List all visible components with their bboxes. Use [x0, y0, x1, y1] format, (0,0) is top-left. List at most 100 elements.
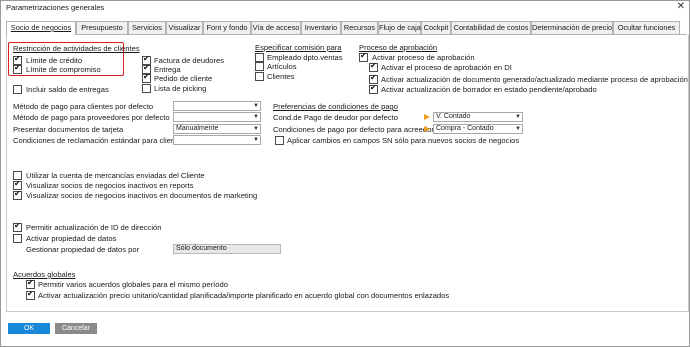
vendor-payment-method-label: Método de pago para proveedores por defe… — [13, 113, 170, 122]
chevron-down-icon: ▼ — [515, 114, 521, 120]
picking-list-checkbox[interactable] — [142, 84, 151, 93]
tab-label: Contabilidad de costos — [453, 23, 529, 32]
link-arrow-icon[interactable] — [424, 114, 430, 120]
settings-window: Parametrizaciones generales ✕ Socio de n… — [0, 0, 690, 347]
chevron-down-icon: ▼ — [253, 103, 259, 109]
tab-recursos[interactable]: Recursos — [341, 21, 378, 34]
cancel-button[interactable]: Cancelar — [55, 323, 97, 334]
items-commission-checkbox[interactable] — [255, 62, 264, 71]
tab-label: Font y fondo — [206, 23, 248, 32]
tab-label: Flujo de caja — [379, 23, 421, 32]
tab-servicios[interactable]: Servicios — [128, 21, 166, 34]
tab-label: Presupuesto — [81, 23, 123, 32]
tab-label: Ocultar funciones — [617, 23, 676, 32]
sales-order-label: Pedido de cliente — [154, 74, 213, 83]
tab-label: Servicios — [132, 23, 162, 32]
invoice-label: Factura de deudores — [154, 56, 225, 65]
tab-label: Determinación de precio — [532, 23, 613, 32]
chevron-down-icon: ▼ — [253, 126, 259, 132]
chevron-down-icon: ▼ — [515, 126, 521, 132]
creditor-terms-dropdown[interactable]: Compra - Contado ▼ — [433, 124, 523, 134]
approval-di-checkbox[interactable] — [369, 61, 378, 72]
debtor-terms-label: Cond.de Pago de deudor por defecto — [273, 113, 398, 122]
shipping-account-label: Utilizar la cuenta de mercancías enviada… — [26, 171, 205, 180]
manage-ownership-label: Gestionar propiedad de datos por — [26, 245, 140, 254]
vendor-payment-method-dropdown[interactable]: ▼ — [173, 112, 261, 122]
card-documents-label: Presentar documentos de tarjeta — [13, 125, 124, 134]
customer-payment-method-dropdown[interactable]: ▼ — [173, 101, 261, 111]
approval-update-draft-label: Activar actualización de borrador en est… — [381, 85, 597, 94]
tab-determinacion-de-precio[interactable]: Determinación de precio — [531, 21, 613, 34]
manage-ownership-field: Sólo documento — [173, 244, 281, 254]
customer-payment-method-label: Método de pago para clientes por defecto — [13, 102, 154, 111]
customers-commission-checkbox[interactable] — [255, 72, 264, 81]
apply-new-bp-checkbox[interactable] — [275, 136, 284, 145]
agreement-update-label: Activar actualización precio unitario/ca… — [38, 291, 450, 300]
tab-presupuesto[interactable]: Presupuesto — [76, 21, 128, 34]
delivery-label: Entrega — [154, 65, 181, 74]
tab-contabilidad-de-costos[interactable]: Contabilidad de costos — [451, 21, 531, 34]
inactive-marketing-label: Visualizar socios de negocios inactivos … — [26, 191, 258, 200]
sales-order-checkbox[interactable] — [142, 72, 151, 83]
approval-update-generated-label: Activar actualización de documento gener… — [381, 75, 688, 84]
tab-ocultar-funciones[interactable]: Ocultar funciones — [613, 21, 680, 34]
employee-commission-checkbox[interactable] — [255, 53, 264, 62]
inactive-marketing-checkbox[interactable] — [13, 189, 22, 200]
tab-label: Socio de negocios — [10, 23, 72, 32]
tab-label: Cockpit — [423, 23, 449, 32]
customers-commission-label: Clientes — [267, 72, 295, 81]
approval-heading: Proceso de aprobación — [359, 43, 438, 52]
dunning-terms-label: Condiciones de reclamación estándar para… — [13, 136, 182, 145]
inactive-reports-label: Visualizar socios de negocios inactivos … — [26, 181, 194, 190]
address-id-checkbox[interactable] — [13, 221, 22, 232]
ok-button[interactable]: OK — [8, 323, 50, 334]
tab-inventario[interactable]: Inventario — [301, 21, 341, 34]
tab-label: Vía de acceso — [252, 23, 300, 32]
multiple-agreements-label: Permitir varios acuerdos globales para e… — [38, 280, 228, 289]
terms-heading: Preferencias de condiciones de pago — [273, 102, 398, 111]
data-ownership-label: Activar propiedad de datos — [26, 234, 117, 243]
items-commission-label: Artículos — [267, 62, 297, 71]
approval-label: Activar proceso de aprobación — [372, 53, 475, 62]
debtor-terms-dropdown[interactable]: V. Contado ▼ — [433, 112, 523, 122]
approval-di-label: Activar el proceso de aprobación en DI — [381, 63, 512, 72]
approval-checkbox[interactable] — [359, 51, 368, 62]
title-bar: Parametrizaciones generales ✕ — [1, 1, 689, 14]
card-documents-dropdown[interactable]: Manualmente ▼ — [173, 124, 261, 134]
tab-label: Visualizar — [168, 23, 201, 32]
link-arrow-icon[interactable] — [424, 126, 430, 132]
creditor-terms-label: Condiciones de pago por defecto para acr… — [273, 125, 434, 134]
tab-visualizar[interactable]: Visualizar — [166, 21, 203, 34]
commission-heading: Especificar comisión para — [255, 43, 342, 52]
include-deliveries-label: Incluir saldo de entregas — [26, 85, 109, 94]
manage-ownership-value: Sólo documento — [176, 245, 227, 252]
card-documents-value: Manualmente — [176, 125, 219, 132]
multiple-agreements-checkbox[interactable] — [26, 278, 35, 289]
credit-limit-label: Límite de crédito — [26, 56, 83, 65]
creditor-terms-value: Compra - Contado — [436, 125, 494, 132]
tab-socio-de-negocios[interactable]: Socio de negocios — [6, 21, 76, 35]
address-id-label: Permitir actualización de ID de direcció… — [26, 223, 162, 232]
restriction-heading: Restricción de actividades de clientes — [13, 44, 140, 53]
dunning-terms-dropdown[interactable]: ▼ — [173, 135, 261, 145]
include-deliveries-checkbox[interactable] — [13, 85, 22, 94]
apply-new-bp-label: Aplicar cambios en campos SN sólo para n… — [287, 136, 520, 145]
commitment-limit-checkbox[interactable] — [13, 63, 22, 74]
agreements-heading: Acuerdos globales — [13, 270, 76, 279]
data-ownership-checkbox[interactable] — [13, 234, 22, 243]
tab-via-de-acceso[interactable]: Vía de acceso — [251, 21, 301, 34]
tab-label: Recursos — [343, 23, 376, 32]
chevron-down-icon: ▼ — [253, 114, 259, 120]
commitment-limit-label: Límite de compromiso — [26, 65, 101, 74]
agreement-update-checkbox[interactable] — [26, 289, 35, 300]
approval-update-draft-checkbox[interactable] — [369, 83, 378, 94]
debtor-terms-value: V. Contado — [436, 113, 471, 120]
picking-list-label: Lista de picking — [154, 84, 207, 93]
tab-cockpit[interactable]: Cockpit — [421, 21, 451, 34]
tab-bar: Socio de negocios Presupuesto Servicios … — [6, 21, 687, 35]
employee-commission-label: Empleado dpto.ventas — [267, 53, 343, 62]
tab-font-y-fondo[interactable]: Font y fondo — [203, 21, 251, 34]
tab-label: Inventario — [304, 23, 338, 32]
tab-flujo-de-caja[interactable]: Flujo de caja — [378, 21, 421, 34]
close-icon[interactable]: ✕ — [677, 1, 685, 12]
